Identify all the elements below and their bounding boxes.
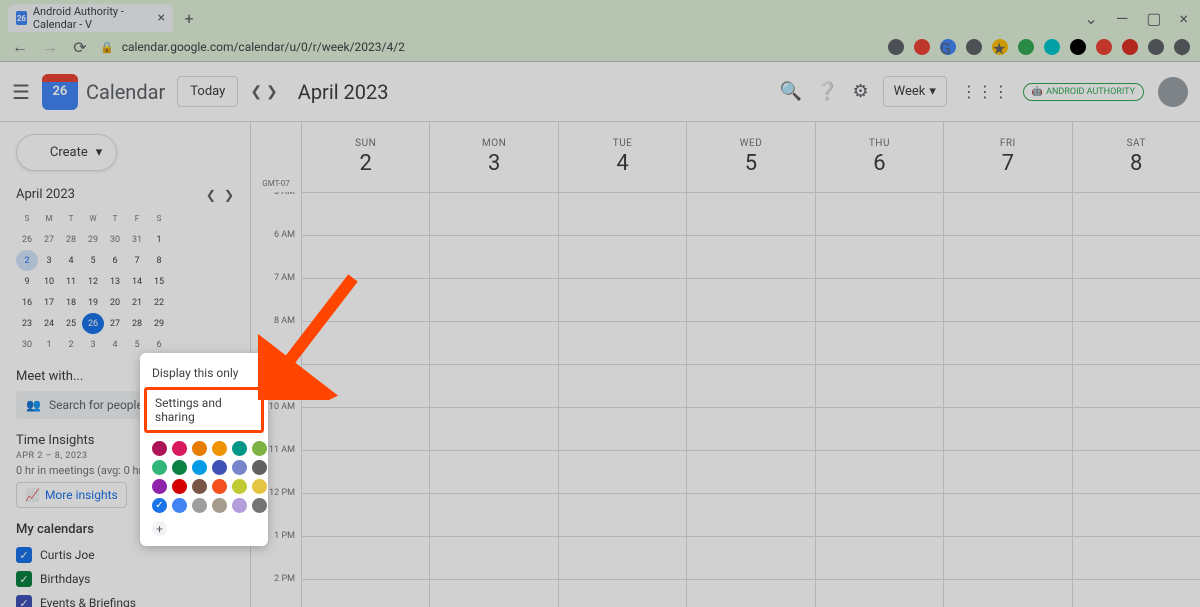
color-option[interactable]	[212, 441, 227, 456]
display-only-item[interactable]: Display this only	[140, 359, 268, 387]
color-option[interactable]	[232, 441, 247, 456]
settings-sharing-item[interactable]: Settings and sharing	[144, 387, 264, 433]
color-option[interactable]	[152, 441, 167, 456]
calendar-context-menu: Display this only Settings and sharing ✓…	[140, 353, 268, 546]
color-option[interactable]	[192, 479, 207, 494]
color-option[interactable]	[172, 441, 187, 456]
color-option[interactable]	[192, 498, 207, 513]
color-option[interactable]	[192, 441, 207, 456]
color-option[interactable]	[172, 479, 187, 494]
color-option[interactable]	[252, 460, 267, 475]
color-option[interactable]	[252, 479, 267, 494]
color-option[interactable]	[172, 460, 187, 475]
color-option[interactable]	[192, 460, 207, 475]
color-option[interactable]	[232, 479, 247, 494]
color-option[interactable]	[252, 498, 267, 513]
color-option[interactable]	[172, 498, 187, 513]
color-option[interactable]	[152, 460, 167, 475]
color-option[interactable]	[212, 498, 227, 513]
color-option[interactable]	[152, 479, 167, 494]
color-option[interactable]: ✓	[152, 498, 167, 513]
color-option[interactable]	[212, 479, 227, 494]
color-option[interactable]	[212, 460, 227, 475]
color-option[interactable]	[252, 441, 267, 456]
color-option[interactable]	[232, 460, 247, 475]
add-color-button[interactable]: +	[152, 521, 167, 536]
color-option[interactable]	[232, 498, 247, 513]
